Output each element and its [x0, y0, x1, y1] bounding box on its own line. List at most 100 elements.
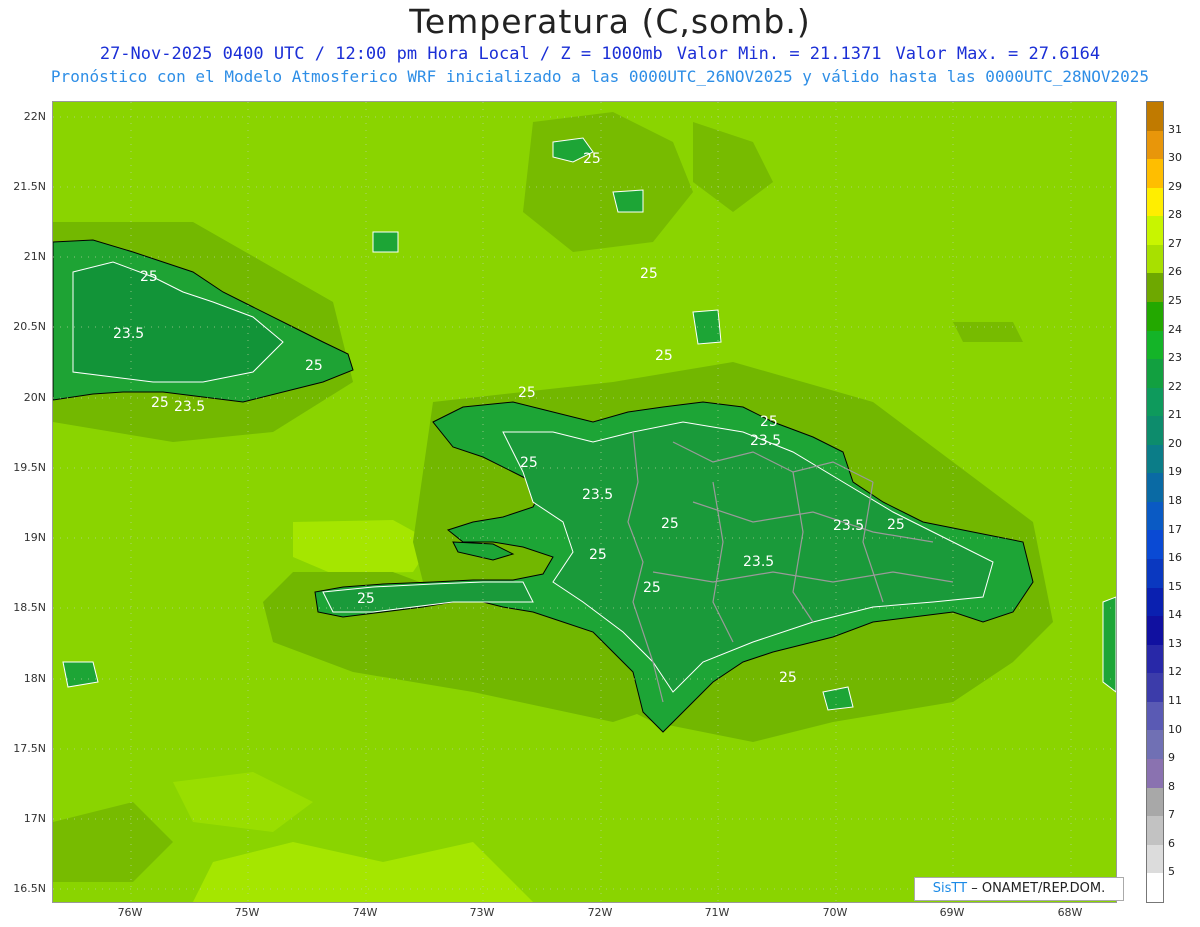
light-field-band	[173, 772, 313, 832]
lon-tick: 68W	[1057, 906, 1083, 919]
color-scale-label: 10	[1168, 722, 1182, 736]
color-scale-segment	[1147, 644, 1163, 674]
color-scale-label: 25	[1168, 294, 1182, 307]
small-island	[1102, 596, 1116, 693]
lon-tick: 72W	[587, 906, 613, 919]
color-scale-segment	[1147, 216, 1163, 245]
color-scale-label: 8	[1168, 779, 1175, 793]
color-scale-label: 16	[1168, 551, 1182, 565]
color-scale-segment	[1147, 130, 1163, 160]
lat-tick: 20N	[23, 391, 46, 404]
credit-box: SisTT – ONAMET/REP.DOM.	[914, 877, 1124, 901]
color-scale-segment	[1147, 873, 1163, 902]
contour-label: 23.5	[750, 433, 781, 449]
color-scale-label: 7	[1168, 808, 1175, 822]
light-field-band	[193, 842, 533, 902]
color-scale-segment	[1147, 244, 1163, 274]
color-scale-label: 20	[1168, 436, 1182, 450]
color-scale-segment	[1147, 273, 1163, 302]
temperature-map: 25 25 25 23.5 25 23.5 25 25 25 23.5 25 2…	[52, 101, 1117, 903]
contour-label: 25	[520, 455, 538, 471]
lat-tick: 18.5N	[13, 601, 46, 614]
color-scale-label: 17	[1168, 522, 1182, 536]
color-scale-segment	[1147, 844, 1163, 874]
color-scale-segment	[1147, 301, 1163, 331]
color-scale-label: 29	[1168, 179, 1182, 193]
lat-tick: 16.5N	[13, 882, 46, 895]
forecast-info-line: 27-Nov-2025 0400 UTC / 12:00 pm Hora Loc…	[0, 44, 1200, 64]
small-island	[372, 231, 399, 253]
dark-field-patch	[53, 802, 173, 882]
light-field-band	[293, 520, 433, 574]
chart-title: Temperatura (C,somb.)	[409, 2, 811, 41]
contour-label: 23.5	[582, 487, 613, 503]
lat-tick: 17N	[23, 812, 46, 825]
color-scale-label: 28	[1168, 208, 1182, 222]
contour-label: 25	[518, 385, 536, 401]
min-value: Valor Min. = 21.1371	[676, 44, 882, 64]
color-scale-label: 6	[1168, 836, 1175, 850]
color-scale-bar	[1146, 101, 1164, 903]
color-scale-segment	[1147, 730, 1163, 759]
contour-label: 25	[640, 266, 658, 282]
color-scale-segment	[1147, 102, 1163, 131]
color-scale-label: 12	[1168, 665, 1182, 679]
color-scale-segment	[1147, 816, 1163, 845]
lon-tick: 70W	[822, 906, 848, 919]
map-canvas: 25 25 25 23.5 25 23.5 25 25 25 23.5 25 2…	[53, 102, 1116, 902]
credit-text: – ONAMET/REP.DOM.	[971, 881, 1106, 896]
contour-label: 23.5	[833, 518, 864, 534]
color-scale-segment	[1147, 501, 1163, 531]
contour-label: 25	[887, 517, 905, 533]
lat-tick: 19N	[23, 531, 46, 544]
color-scale-label: 14	[1168, 608, 1182, 622]
color-scale-label: 18	[1168, 494, 1182, 507]
lat-tick: 17.5N	[13, 742, 46, 755]
small-island	[62, 661, 99, 688]
color-scale-label: 13	[1168, 636, 1182, 650]
color-scale-segment	[1147, 444, 1163, 474]
color-scale-label: 23	[1168, 351, 1182, 365]
contour-label: 25	[583, 151, 601, 167]
color-scale-segment	[1147, 187, 1163, 217]
lon-tick: 76W	[117, 906, 143, 919]
contour-label: 25	[140, 269, 158, 285]
model-info-line: Pronóstico con el Modelo Atmosferico WRF…	[50, 67, 1150, 86]
color-scale-label: 22	[1168, 379, 1182, 393]
color-scale-segment	[1147, 559, 1163, 588]
color-scale-segment	[1147, 330, 1163, 360]
forecast-datetime: 27-Nov-2025 0400 UTC / 12:00 pm Hora Loc…	[99, 44, 663, 64]
color-scale-segment	[1147, 787, 1163, 817]
color-scale-segment	[1147, 701, 1163, 731]
color-scale-label: 26	[1168, 265, 1182, 279]
lat-tick: 20.5N	[13, 320, 46, 333]
color-scale-segment	[1147, 587, 1163, 617]
color-scale-segment	[1147, 473, 1163, 502]
color-scale-segment	[1147, 416, 1163, 445]
lat-tick: 21.5N	[13, 180, 46, 193]
color-scale-segment	[1147, 673, 1163, 702]
color-scale-label: 21	[1168, 408, 1182, 422]
color-scale-label: 19	[1168, 465, 1182, 479]
color-scale-label: 5	[1168, 865, 1175, 879]
contour-label: 25	[305, 358, 323, 374]
lon-tick: 75W	[234, 906, 260, 919]
color-scale-segment	[1147, 359, 1163, 388]
lat-tick: 21N	[23, 250, 46, 263]
contour-label: 25	[661, 516, 679, 532]
contour-label: 25	[779, 670, 797, 686]
lon-tick: 73W	[469, 906, 495, 919]
lat-tick: 18N	[23, 672, 46, 685]
lat-tick: 22N	[23, 110, 46, 123]
color-scale-label: 27	[1168, 236, 1182, 250]
color-scale-segment	[1147, 616, 1163, 645]
lon-tick: 69W	[939, 906, 965, 919]
color-scale-segment	[1147, 530, 1163, 559]
color-scale-label: 9	[1168, 751, 1175, 765]
contour-label: 25	[151, 395, 169, 411]
color-scale-segment	[1147, 758, 1163, 788]
contour-label: 23.5	[113, 326, 144, 342]
color-scale-segment	[1147, 387, 1163, 417]
color-scale-label: 15	[1168, 579, 1182, 593]
small-island	[612, 189, 644, 213]
